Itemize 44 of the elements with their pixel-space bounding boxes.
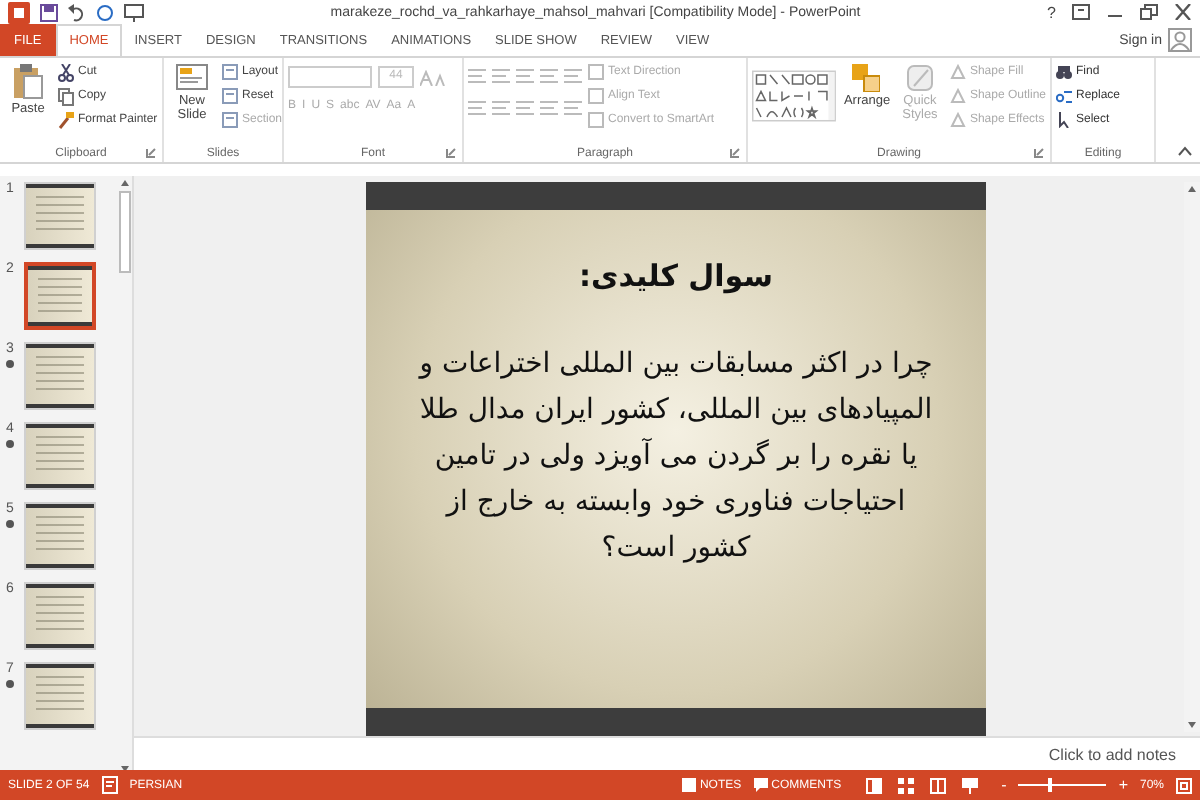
reading-view-icon[interactable] — [929, 777, 946, 793]
scrollbar-drawing[interactable] — [118, 176, 132, 776]
help-button[interactable]: ? — [1047, 3, 1056, 21]
slideshow-icon[interactable] — [961, 777, 978, 793]
copy-icon — [58, 87, 74, 105]
paintbrush-icon — [58, 111, 74, 129]
clipboard-icon — [12, 64, 44, 100]
app-logo-icon — [8, 1, 30, 23]
layout-icon — [222, 64, 238, 80]
close-icon[interactable] — [1174, 4, 1192, 20]
binoculars-icon — [1056, 64, 1072, 80]
shape-effects-icon — [949, 112, 966, 128]
slide-body-text: چرا در اکثر مسابقات بین المللی اختراعات و المپیادهای بین المللی، کشور ایران مدال طلا یا نقره را بر گردن می آویزد ولی در تامین احتیاجات فناوری خود وابسته به خارج از کشور است؟ — [418, 346, 934, 568]
arrange-icon — [851, 64, 880, 92]
scissors-icon — [58, 63, 74, 81]
section-icon — [222, 112, 238, 128]
notes-placeholder[interactable]: Click to add notes — [1048, 745, 1176, 763]
undo-icon[interactable] — [68, 3, 86, 21]
dialog-launcher-icon[interactable] — [446, 148, 456, 158]
user-avatar-icon[interactable] — [1168, 28, 1192, 52]
replace-icon — [1056, 88, 1072, 104]
collapse-ribbon-icon[interactable] — [1178, 146, 1192, 156]
save-icon[interactable] — [40, 3, 58, 21]
dialog-launcher-icon[interactable] — [146, 148, 156, 158]
slideshow-icon[interactable] — [124, 3, 144, 21]
slide-thumbnail[interactable] — [24, 262, 96, 330]
slide-title: سوال کلیدی: — [579, 258, 773, 294]
quick-styles-icon — [905, 64, 934, 92]
restore-icon[interactable] — [1140, 4, 1158, 20]
scrollbar-drawing[interactable] — [1184, 182, 1200, 732]
dialog-launcher-icon[interactable] — [730, 148, 740, 158]
new-slide-icon — [176, 64, 208, 92]
comment-icon — [753, 778, 768, 792]
slide-sorter-icon[interactable] — [897, 777, 914, 793]
zoom-in-button[interactable]: + — [1118, 776, 1128, 794]
font-name-field[interactable] — [288, 66, 372, 88]
zoom-slider-thumb[interactable] — [1048, 778, 1053, 792]
zoom-out-button[interactable]: - — [1001, 776, 1007, 794]
normal-view-icon[interactable] — [865, 777, 882, 793]
fit-to-window-icon[interactable] — [1176, 777, 1192, 793]
dialog-launcher-icon[interactable] — [1034, 148, 1044, 158]
ribbon-display-icon[interactable] — [1072, 4, 1090, 20]
reset-icon — [222, 88, 238, 104]
notes-icon — [681, 778, 696, 792]
